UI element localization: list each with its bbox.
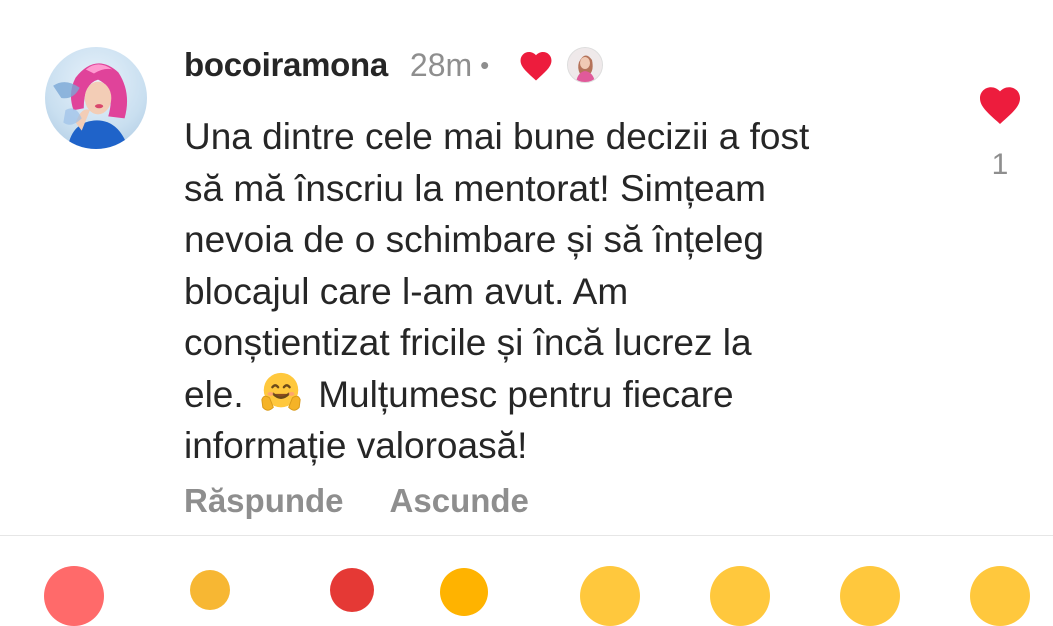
separator-dot: •: [480, 49, 490, 80]
comment-line: nevoia de o schimbare și să înțeleg: [184, 219, 765, 260]
fire-reaction-icon[interactable]: [330, 568, 374, 612]
hide-button[interactable]: Ascunde: [390, 482, 529, 520]
comment-line: informație valoroasă!: [184, 425, 528, 466]
author-mini-avatar: [567, 47, 604, 83]
comment-line: Una dintre cele mai bune decizii a fost: [184, 116, 810, 157]
crying-face-reaction-icon[interactable]: [580, 566, 640, 626]
comment-header: bocoiramona 28m •: [184, 42, 604, 88]
author-liked-heart-icon: [520, 52, 552, 81]
emoji-reaction-bar: [0, 536, 1053, 626]
comment-item: bocoiramona 28m • Una dintre cele mai bu…: [0, 0, 1053, 535]
like-heart-icon[interactable]: [976, 82, 1024, 126]
comment-line-start: ele.: [184, 373, 244, 415]
comment-line: ele. Mulțumesc pentru fiecare: [184, 369, 944, 421]
heart-eyes-reaction-icon[interactable]: [710, 566, 770, 626]
comment-line: să mă înscriu la mentorat! Simțeam: [184, 167, 766, 209]
comment-text: Una dintre cele mai bune decizii a fost …: [184, 111, 944, 472]
surprised-face-reaction-icon[interactable]: [840, 566, 900, 626]
red-heart-reaction-icon[interactable]: [44, 566, 104, 626]
like-count[interactable]: 1: [976, 148, 1024, 182]
comment-line-end: Mulțumesc pentru fiecare: [318, 373, 734, 415]
user-avatar[interactable]: [45, 47, 147, 149]
timestamp: 28m: [409, 46, 473, 83]
username[interactable]: bocoiramona: [184, 46, 388, 84]
hugging-face-emoji-icon: [261, 372, 301, 411]
reply-button[interactable]: Răspunde: [184, 482, 344, 520]
comment-line: blocajul care l-am avut. Am: [184, 270, 629, 312]
laughing-face-reaction-icon[interactable]: [970, 566, 1030, 626]
raised-hands-reaction-icon[interactable]: [440, 568, 488, 616]
like-column: 1: [976, 82, 1024, 182]
clap-reaction-icon[interactable]: [190, 570, 230, 610]
comment-actions: Răspunde Ascunde: [184, 482, 529, 520]
comment-line: conștientizat fricile și încă lucrez la: [184, 322, 752, 363]
